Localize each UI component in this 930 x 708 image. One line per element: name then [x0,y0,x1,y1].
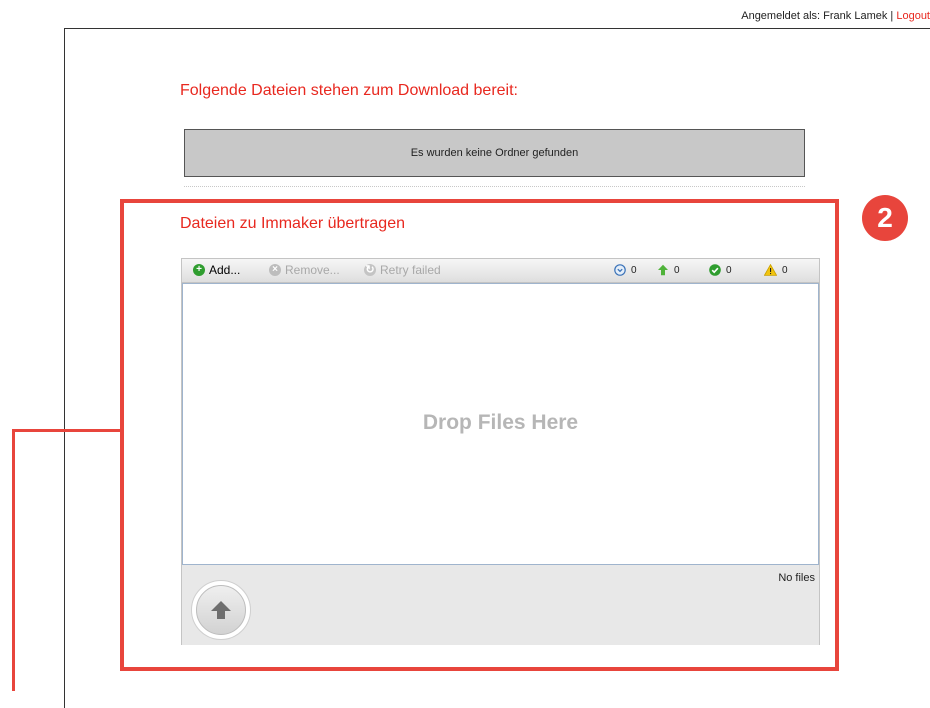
logout-link[interactable]: Logout [896,10,930,22]
logged-in-label: Angemeldet als: Frank Lamek | [741,10,894,22]
empty-folders-box: Es wurden keine Ordner gefunden [184,129,805,177]
divider [184,186,805,187]
downloads-title: Folgende Dateien stehen zum Download ber… [180,82,518,99]
highlight-frame [120,199,839,671]
login-status: Angemeldet als: Frank Lamek | Logout [741,10,930,22]
step-badge: 2 [862,195,908,241]
empty-folders-message: Es wurden keine Ordner gefunden [410,147,579,159]
callout-line [12,429,122,691]
